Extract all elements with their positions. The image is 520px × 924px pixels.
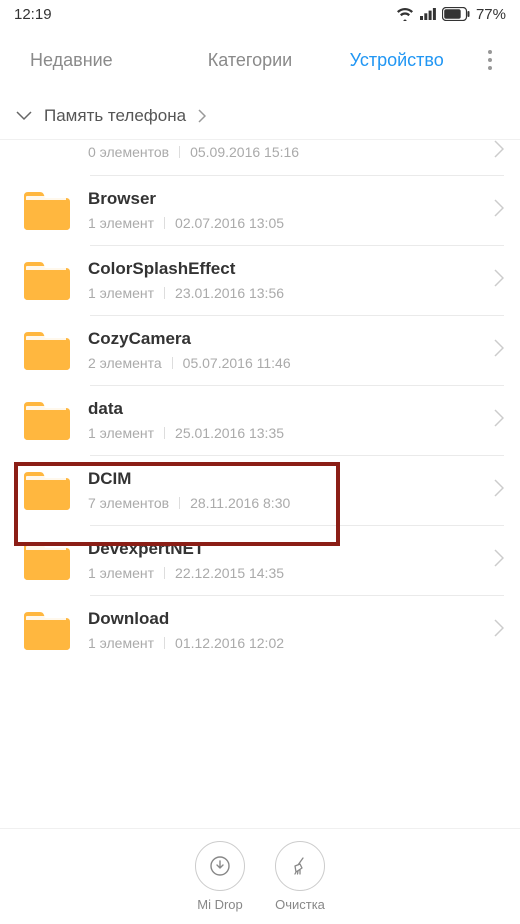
chevron-down-icon	[16, 111, 32, 121]
list-item[interactable]: Browser 1 элемент02.07.2016 13:05	[0, 175, 520, 245]
folder-name: Browser	[88, 189, 476, 209]
folder-name: data	[88, 399, 476, 419]
folder-list: 0 элементов05.09.2016 15:16 Browser 1 эл…	[0, 140, 520, 665]
status-bar: 12:19 77%	[0, 0, 520, 28]
folder-name: CozyCamera	[88, 329, 476, 349]
chevron-right-icon	[494, 409, 504, 432]
folder-meta: 1 элемент25.01.2016 13:35	[88, 425, 476, 441]
folder-icon	[22, 400, 70, 440]
folder-meta: 7 элементов28.11.2016 8:30	[88, 495, 476, 511]
breadcrumb[interactable]: Память телефона	[0, 92, 520, 140]
folder-meta: 2 элемента05.07.2016 11:46	[88, 355, 476, 371]
folder-meta: 1 элемент22.12.2015 14:35	[88, 565, 476, 581]
folder-icon	[22, 330, 70, 370]
chevron-right-icon	[494, 619, 504, 642]
status-time: 12:19	[14, 6, 52, 23]
chevron-right-icon	[494, 140, 504, 163]
folder-icon	[22, 190, 70, 230]
chevron-right-icon	[494, 339, 504, 362]
folder-icon	[22, 540, 70, 580]
folder-icon	[22, 610, 70, 650]
battery-icon	[442, 7, 470, 21]
chevron-right-icon	[494, 199, 504, 222]
bottom-action-bar: Mi Drop Очистка	[0, 828, 520, 924]
list-item[interactable]: CozyCamera 2 элемента05.07.2016 11:46	[0, 315, 520, 385]
wifi-icon	[396, 7, 414, 21]
broom-icon	[289, 855, 311, 877]
chevron-right-icon	[198, 109, 206, 123]
list-item-data[interactable]: data 1 элемент25.01.2016 13:35	[0, 385, 520, 455]
list-item[interactable]: DCIM 7 элементов28.11.2016 8:30	[0, 455, 520, 525]
cleanup-label: Очистка	[275, 897, 325, 912]
more-menu-button[interactable]	[470, 50, 510, 70]
list-item[interactable]: DevexpertNET 1 элемент22.12.2015 14:35	[0, 525, 520, 595]
tab-categories[interactable]: Категории	[177, 40, 324, 81]
folder-meta: 1 элемент02.07.2016 13:05	[88, 215, 476, 231]
mi-drop-button[interactable]: Mi Drop	[195, 841, 245, 912]
folder-icon	[22, 260, 70, 300]
battery-percent: 77%	[476, 6, 506, 23]
folder-icon	[22, 145, 70, 159]
chevron-right-icon	[494, 269, 504, 292]
status-indicators: 77%	[396, 6, 506, 23]
folder-name: DCIM	[88, 469, 476, 489]
top-tabs: Недавние Категории Устройство	[0, 28, 520, 92]
cleanup-button[interactable]: Очистка	[275, 841, 325, 912]
list-item[interactable]: Download 1 элемент01.12.2016 12:02	[0, 595, 520, 665]
mi-drop-icon	[209, 855, 231, 877]
folder-name: DevexpertNET	[88, 539, 476, 559]
tab-device[interactable]: Устройство	[323, 40, 470, 81]
signal-icon	[420, 8, 436, 20]
chevron-right-icon	[494, 549, 504, 572]
folder-icon	[22, 470, 70, 510]
mi-drop-label: Mi Drop	[197, 897, 243, 912]
folder-name: Download	[88, 609, 476, 629]
folder-meta: 1 элемент01.12.2016 12:02	[88, 635, 476, 651]
folder-name: ColorSplashEffect	[88, 259, 476, 279]
folder-meta: 1 элемент23.01.2016 13:56	[88, 285, 476, 301]
breadcrumb-label: Память телефона	[44, 106, 186, 126]
tab-recent[interactable]: Недавние	[10, 40, 177, 81]
list-item[interactable]: ColorSplashEffect 1 элемент23.01.2016 13…	[0, 245, 520, 315]
folder-meta: 0 элементов05.09.2016 15:16	[88, 144, 476, 160]
chevron-right-icon	[494, 479, 504, 502]
list-item[interactable]: 0 элементов05.09.2016 15:16	[0, 140, 520, 175]
